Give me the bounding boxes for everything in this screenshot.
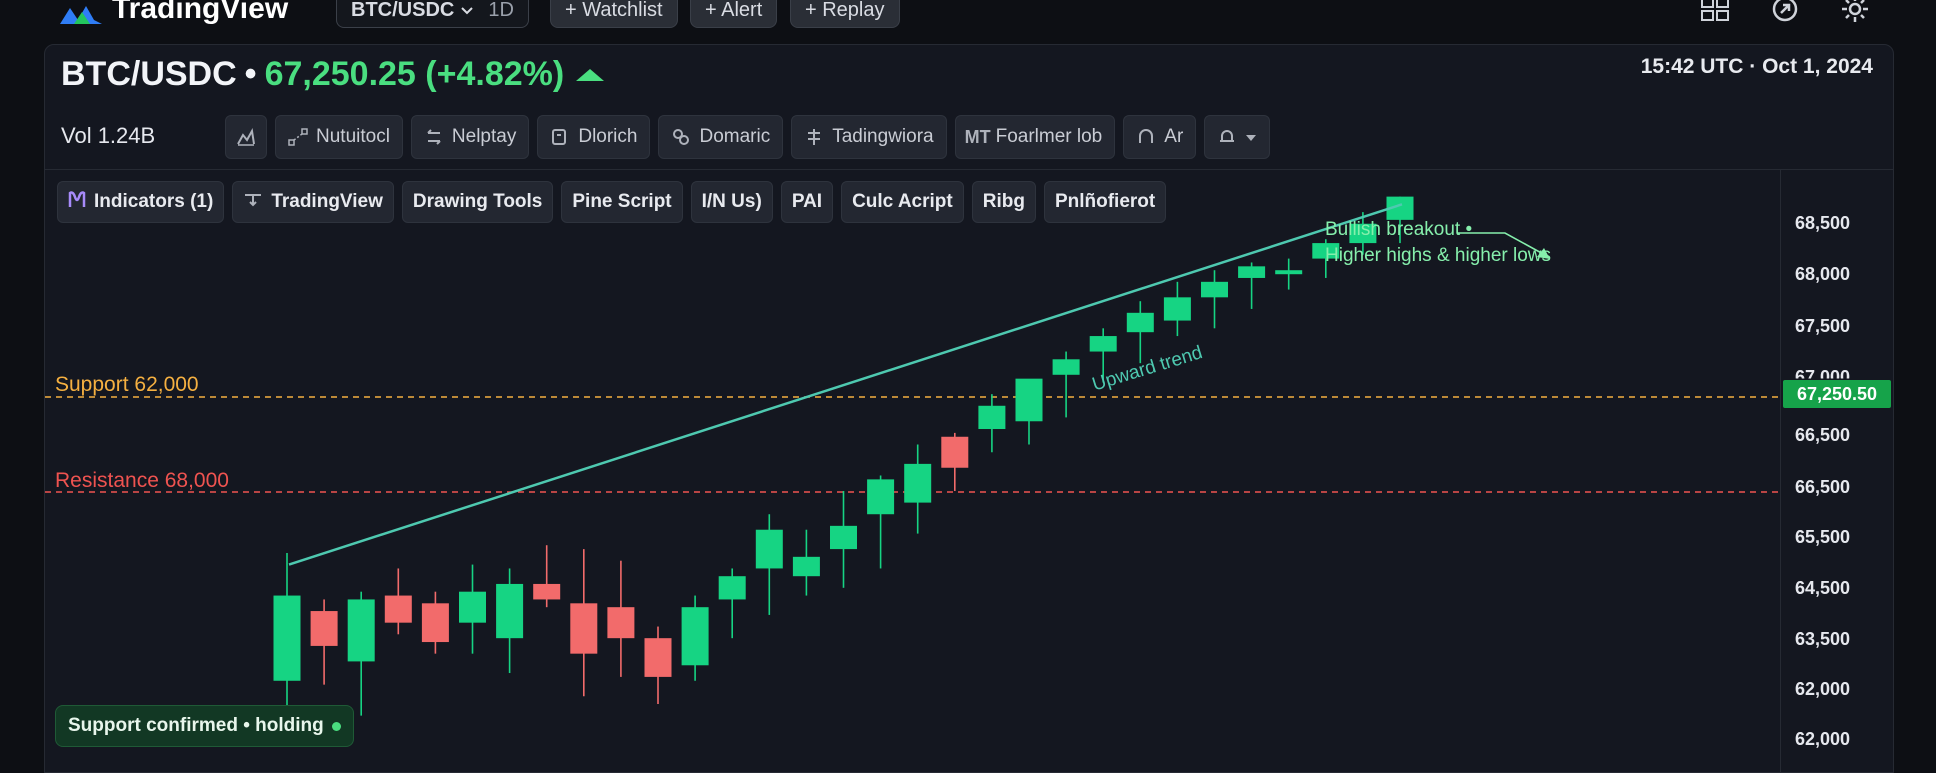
chip-label: Culc Acript xyxy=(852,191,953,212)
trendline xyxy=(288,203,1403,566)
candle xyxy=(421,603,449,643)
app-name: TradingView xyxy=(112,0,289,25)
breakout-line-2: Higher highs & higher lows xyxy=(1325,245,1552,266)
axis-tick: 63,500 xyxy=(1795,629,1851,649)
chip-pai[interactable]: PAI xyxy=(780,181,834,223)
candle xyxy=(792,556,820,577)
candle xyxy=(384,595,412,623)
tradingview-logo[interactable]: TradingView xyxy=(60,0,288,26)
candle xyxy=(347,599,375,662)
alert-button[interactable]: + Alert xyxy=(690,0,778,28)
breakout-annotation: Bullish breakout • Higher highs & higher… xyxy=(1325,217,1551,269)
candle xyxy=(607,607,635,639)
axis-tick: 65,500 xyxy=(1795,527,1851,547)
chip-pnlnofierot[interactable]: Pnlñofierot xyxy=(1043,181,1167,223)
axis-tick: 68,000 xyxy=(1795,264,1851,284)
support-label: Support 62,000 xyxy=(55,373,199,396)
candle xyxy=(273,595,301,681)
branch-icon xyxy=(243,189,263,215)
candlestick-chart[interactable] xyxy=(45,45,1894,773)
candle xyxy=(570,603,598,654)
candle xyxy=(1238,266,1266,278)
candle xyxy=(310,611,338,646)
status-text: Support confirmed • holding xyxy=(68,715,324,736)
chip-pine-script[interactable]: Pine Script xyxy=(561,181,683,223)
settings-icon[interactable] xyxy=(1838,0,1872,24)
candle xyxy=(1052,359,1080,375)
alert-label: + Alert xyxy=(705,0,763,21)
axis-tick: 66,500 xyxy=(1795,425,1851,445)
breakout-line-1: Bullish breakout • xyxy=(1325,219,1473,240)
chip-label: Indicators (1) xyxy=(94,191,214,212)
watchlist-button[interactable]: + Watchlist xyxy=(550,0,678,28)
top-bar: TradingView BTC/USDC 1D + Watchlist + Al… xyxy=(0,0,1936,40)
candle xyxy=(1201,281,1228,298)
chart-panel: BTC/USDC • 67,250.25 (+4.82%) 15:42 UTC … xyxy=(44,44,1894,773)
chip-in-us[interactable]: I/N Us) xyxy=(690,181,773,223)
candle xyxy=(1089,336,1117,352)
replay-button[interactable]: + Replay xyxy=(790,0,900,28)
chip-label: Pnlñofierot xyxy=(1054,191,1156,212)
indicators-icon xyxy=(68,189,86,215)
symbol-label: BTC/USDC xyxy=(351,0,455,21)
chip-culc-acript[interactable]: Culc Acript xyxy=(841,181,964,223)
candle xyxy=(644,638,672,677)
chip-label: TradingView xyxy=(271,191,383,212)
chip-label: Ribg xyxy=(982,191,1025,212)
symbol-selector[interactable]: BTC/USDC 1D xyxy=(336,0,529,28)
axis-tick: 66,500 xyxy=(1795,477,1851,497)
chip-label: Drawing Tools xyxy=(412,191,543,212)
candle xyxy=(496,583,524,639)
chip-label: I/N Us) xyxy=(701,191,762,212)
layout-icon[interactable] xyxy=(1698,0,1732,24)
candle xyxy=(533,583,561,600)
publish-icon[interactable] xyxy=(1768,0,1802,24)
indicator-chip-bar: Indicators (1) TradingView Drawing Tools… xyxy=(57,181,1167,223)
axis-tick: 62,000 xyxy=(1795,679,1851,699)
candle xyxy=(830,525,857,550)
candle xyxy=(1275,270,1303,275)
status-badge: Support confirmed • holding xyxy=(55,705,354,747)
candle xyxy=(1126,312,1154,333)
candle xyxy=(1163,297,1191,321)
chip-ribg[interactable]: Ribg xyxy=(971,181,1036,223)
logo-icon xyxy=(60,0,102,24)
axis-tick: 62,000 xyxy=(1795,729,1851,749)
axis-tick: 64,500 xyxy=(1795,578,1851,598)
candle xyxy=(904,463,932,503)
status-dot-icon xyxy=(331,721,341,731)
axis-tick: 68,500 xyxy=(1795,213,1851,233)
chevron-down-icon xyxy=(460,0,474,22)
axis-tick: 67,500 xyxy=(1795,316,1851,336)
candle xyxy=(681,607,709,666)
candle xyxy=(1015,378,1043,422)
current-price-tag: 67,250.50 xyxy=(1783,380,1891,408)
price-axis-divider xyxy=(1780,169,1781,772)
chip-label: PAI xyxy=(791,191,823,212)
candle xyxy=(718,576,746,600)
candle xyxy=(978,405,1006,430)
watchlist-label: + Watchlist xyxy=(565,0,663,21)
resistance-label: Resistance 68,000 xyxy=(55,469,229,492)
candle xyxy=(755,529,783,569)
chip-drawing-tools[interactable]: Drawing Tools xyxy=(401,181,554,223)
chip-label: Pine Script xyxy=(572,191,672,212)
candle xyxy=(867,479,895,515)
interval-label: 1D xyxy=(488,0,514,21)
candle xyxy=(459,591,486,623)
candle xyxy=(941,436,969,468)
chip-indicators[interactable]: Indicators (1) xyxy=(57,181,225,223)
chip-tradingview[interactable]: TradingView xyxy=(232,181,394,223)
replay-label: + Replay xyxy=(805,0,885,21)
